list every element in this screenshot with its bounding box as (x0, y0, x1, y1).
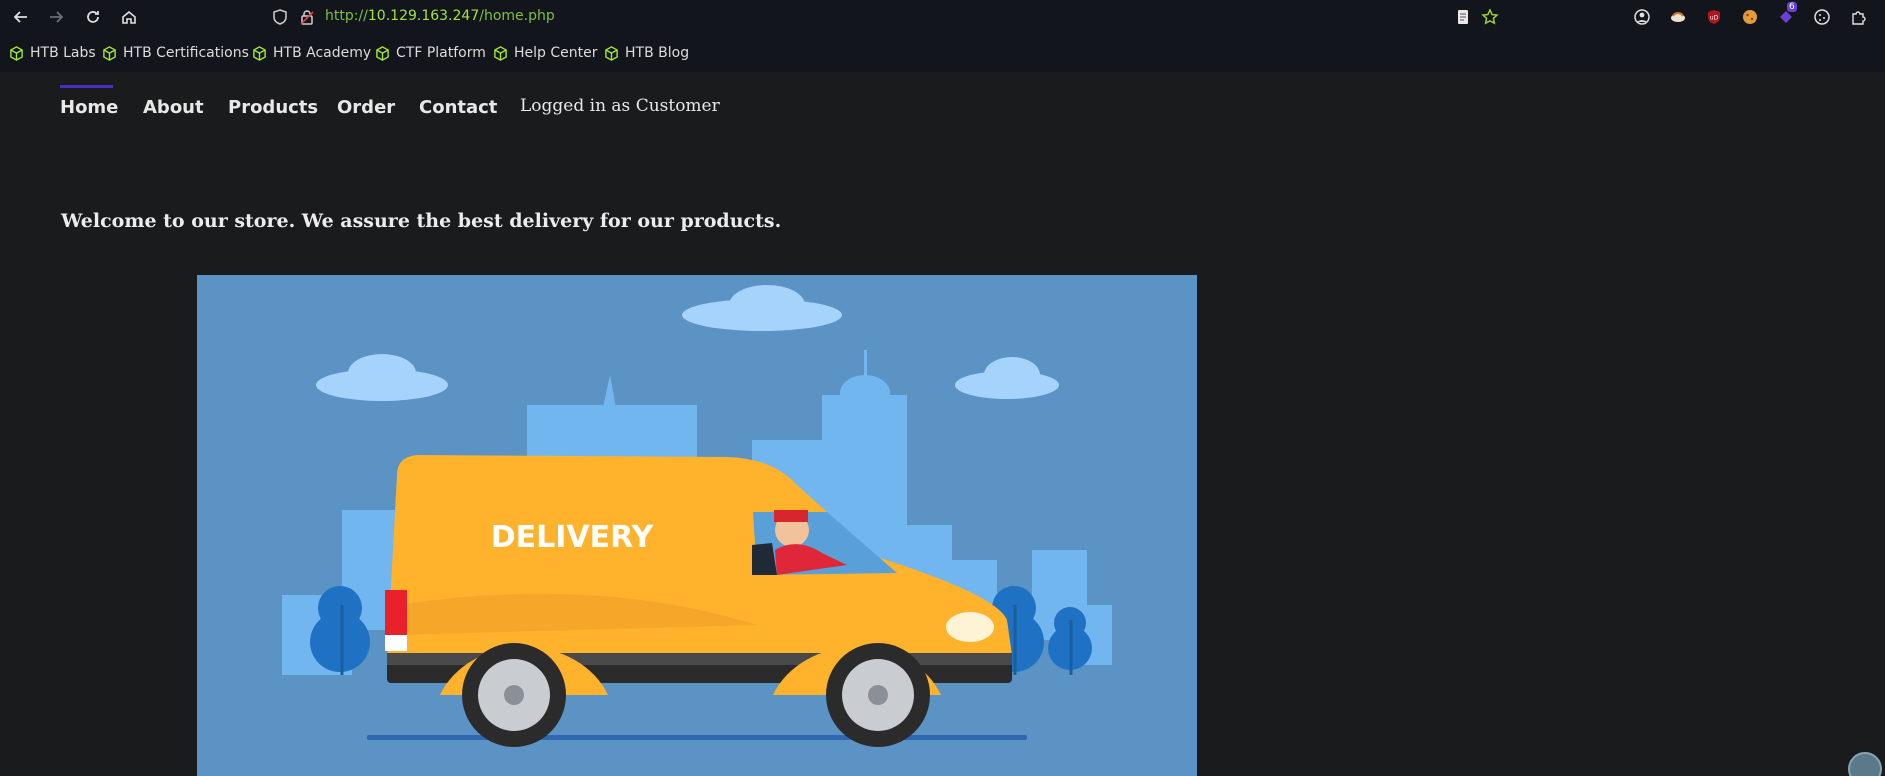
cube-icon (376, 45, 389, 61)
cookie-icon[interactable] (1810, 5, 1834, 29)
bookmark-ctf-platform[interactable]: CTF Platform (375, 43, 486, 63)
svg-text:uD: uD (1710, 15, 1719, 22)
reload-icon[interactable] (81, 5, 105, 29)
cookie-extension-icon[interactable] (1738, 5, 1762, 29)
bookmark-label: Help Center (514, 45, 598, 61)
cube-icon (605, 45, 618, 61)
bookmark-star-icon[interactable] (1478, 5, 1502, 29)
bookmark-htb-certifications[interactable]: HTB Certifications (102, 43, 249, 63)
nav-order[interactable]: Order (337, 97, 395, 118)
clipboard-widget-icon[interactable] (1848, 752, 1882, 776)
bookmark-help-center[interactable]: Help Center (493, 43, 598, 63)
ublock-icon[interactable]: uD (1702, 5, 1726, 29)
delivery-hero-image: DELIVERY (197, 275, 1197, 776)
extension-badge-count: 6 (1787, 2, 1797, 12)
url-protocol: http:// (325, 8, 368, 24)
cube-icon (494, 45, 507, 61)
forward-icon[interactable] (44, 5, 68, 29)
back-icon[interactable] (9, 5, 33, 29)
url-host: 10.129.163.247 (367, 8, 480, 24)
nav-active-indicator (60, 85, 113, 88)
login-status: Logged in as Customer (520, 96, 720, 116)
browser-toolbar: http://10.129.163.247/home.php uD 6 (0, 0, 1885, 34)
extension-burp-icon[interactable] (1666, 5, 1690, 29)
bookmark-htb-blog[interactable]: HTB Blog (604, 43, 689, 63)
nav-products[interactable]: Products (228, 97, 318, 118)
home-icon[interactable] (117, 5, 141, 29)
bookmark-htb-labs[interactable]: HTB Labs (9, 43, 96, 63)
bookmark-label: HTB Labs (30, 45, 96, 61)
van-delivery-text: DELIVERY (491, 520, 655, 555)
bookmark-label: CTF Platform (396, 45, 486, 61)
bookmark-label: HTB Certifications (123, 45, 249, 61)
extension-badge-icon[interactable]: 6 (1774, 2, 1798, 29)
account-icon[interactable] (1630, 5, 1654, 29)
nav-home[interactable]: Home (60, 97, 118, 118)
welcome-heading: Welcome to our store. We assure the best… (61, 210, 782, 232)
reader-view-icon[interactable] (1451, 5, 1475, 29)
extensions-puzzle-icon[interactable] (1846, 5, 1870, 29)
cube-icon (253, 45, 266, 61)
bookmark-htb-academy[interactable]: HTB Academy (252, 43, 371, 63)
shield-icon[interactable] (268, 5, 292, 29)
nav-contact[interactable]: Contact (419, 97, 497, 118)
url-path: /home.php (479, 8, 555, 24)
cube-icon (103, 45, 116, 61)
url-bar[interactable]: http://10.129.163.247/home.php (325, 8, 555, 24)
nav-about[interactable]: About (143, 97, 204, 118)
cube-icon (10, 45, 23, 61)
insecure-lock-icon[interactable] (295, 5, 319, 29)
bookmark-label: HTB Academy (273, 45, 372, 61)
bookmark-label: HTB Blog (625, 45, 690, 61)
